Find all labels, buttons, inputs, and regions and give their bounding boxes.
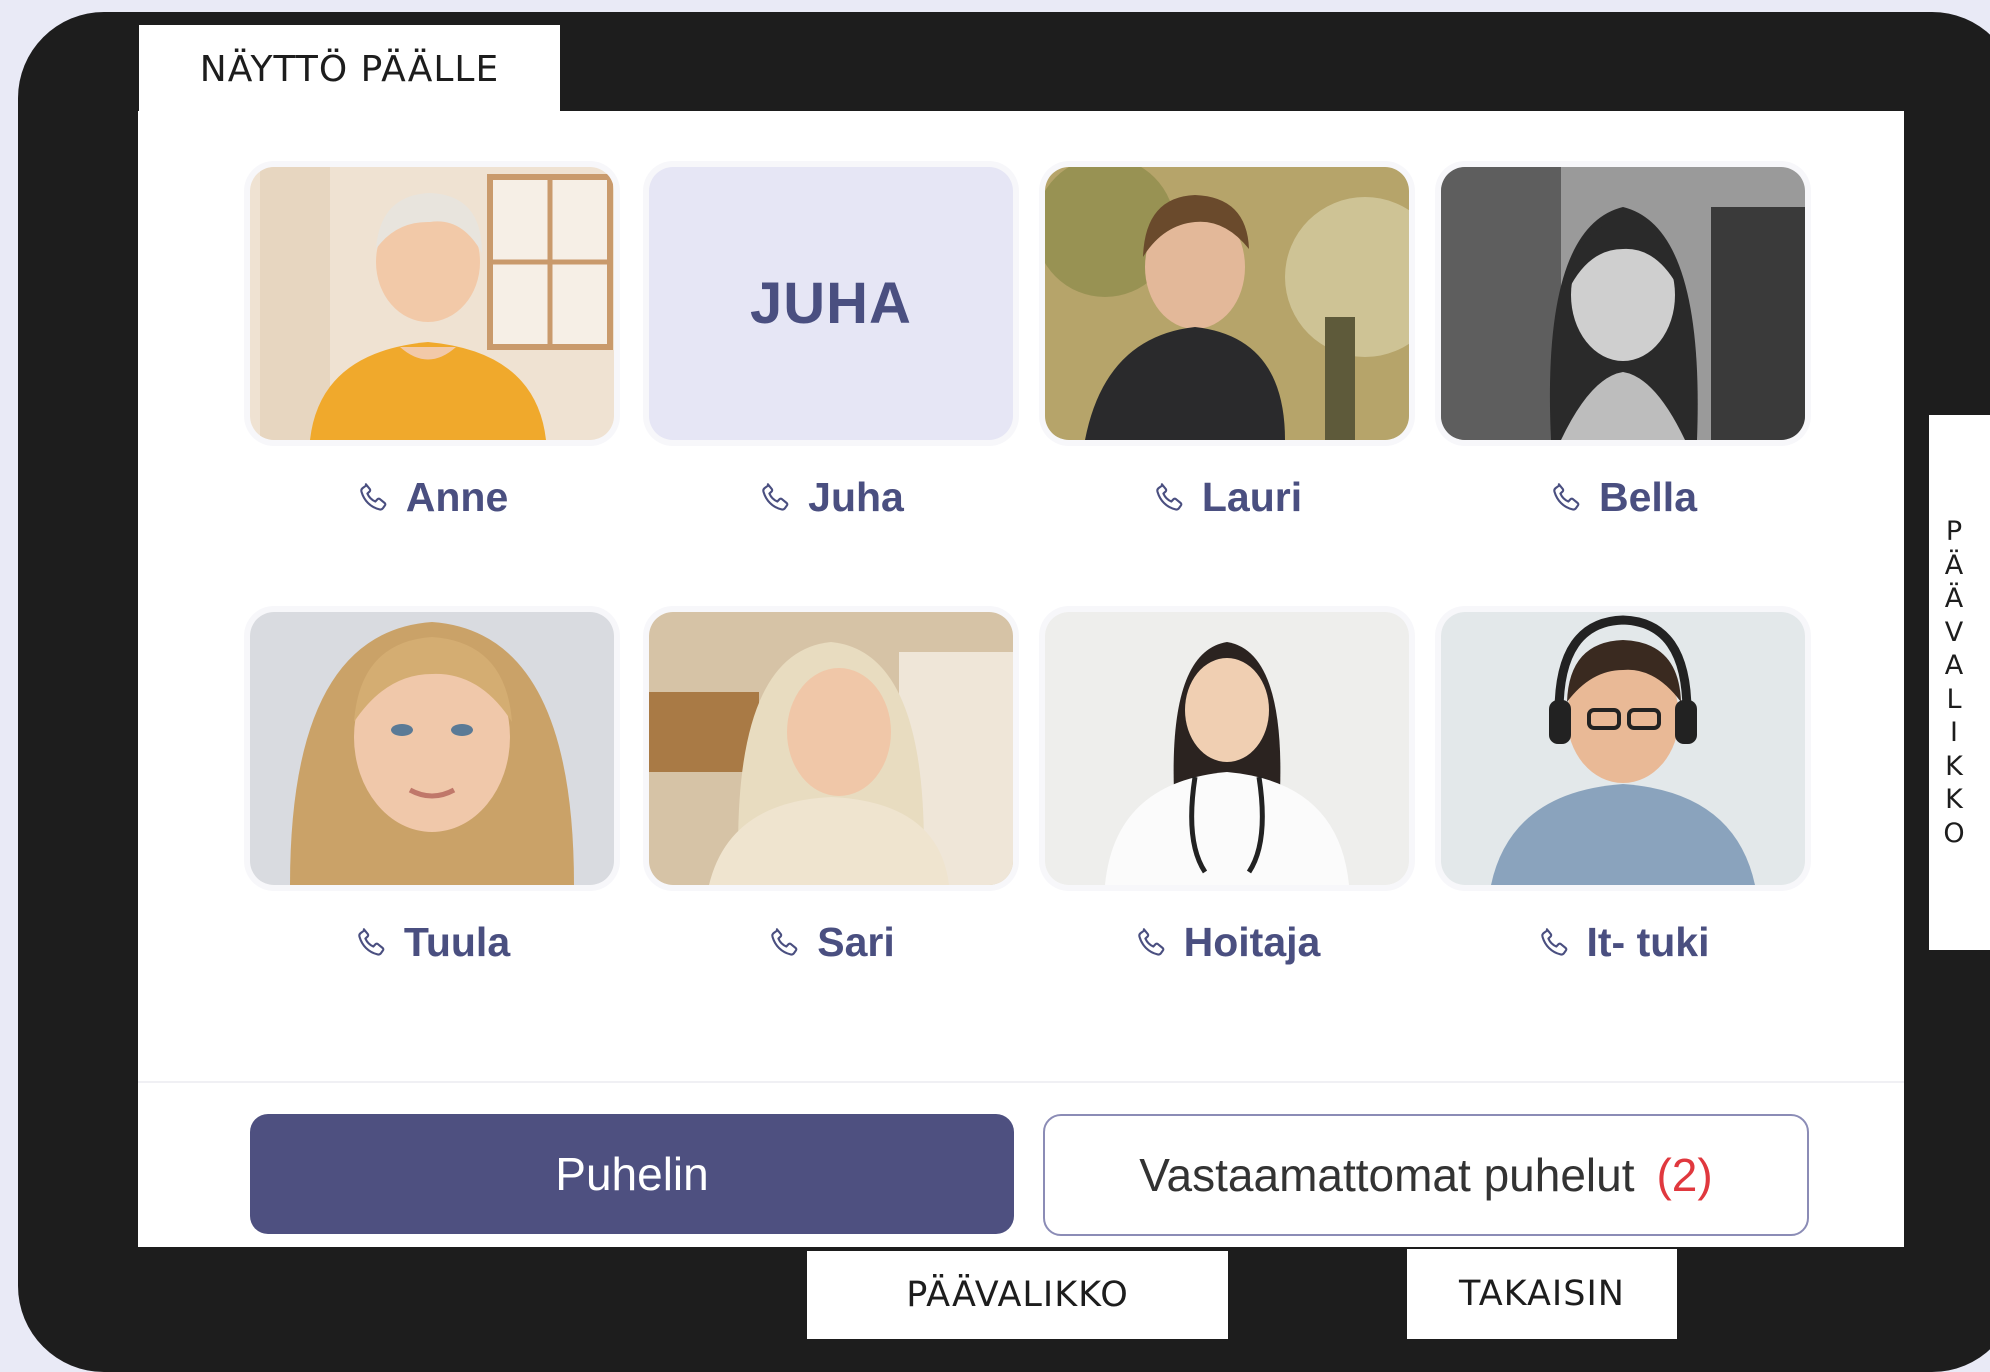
contact-call-row[interactable]: Juha <box>649 467 1013 527</box>
side-menu-letter: K <box>1945 750 1963 782</box>
missed-calls-label: Vastaamattomat puhelut <box>1139 1149 1635 1201</box>
contact-call-row[interactable]: Bella <box>1441 467 1805 527</box>
missed-calls-button[interactable]: Vastaamattomat puhelut (2) <box>1043 1114 1809 1236</box>
portrait-nurse-stethoscope <box>1045 612 1409 885</box>
side-menu-letter: Ä <box>1944 583 1964 614</box>
contact-call-row[interactable]: Sari <box>649 912 1013 972</box>
phone-icon <box>762 483 789 511</box>
phone-icon <box>1156 483 1183 511</box>
contact-photo[interactable] <box>250 167 614 440</box>
contact-call-row[interactable]: Lauri <box>1045 467 1409 527</box>
portrait-young-man-dark-coat <box>1045 167 1409 440</box>
portrait-elderly-woman-cream-sweater <box>649 612 1013 885</box>
main-menu-button[interactable]: PÄÄVALIKKO <box>807 1251 1228 1339</box>
contact-card-bella[interactable]: Bella <box>1441 167 1805 555</box>
side-main-menu-button[interactable]: P Ä Ä V A L I K K O <box>1929 415 1990 950</box>
phone-icon <box>1540 928 1567 956</box>
side-menu-letter: K <box>1945 784 1963 815</box>
phone-button[interactable]: Puhelin <box>250 1114 1014 1234</box>
contact-name: Anne <box>405 473 509 520</box>
main-menu-label: PÄÄVALIKKO <box>906 1275 1129 1315</box>
side-menu-letter: L <box>1946 683 1962 715</box>
contact-photo[interactable] <box>1045 612 1409 885</box>
contact-name: It- tuki <box>1586 918 1710 965</box>
phone-icon <box>1137 928 1165 956</box>
contact-card-anne[interactable]: Anne <box>250 167 614 555</box>
contact-name: Sari <box>817 918 895 965</box>
phone-icon <box>358 928 385 956</box>
portrait-woman-black-and-white <box>1441 167 1805 440</box>
contact-name: Tuula <box>403 918 511 965</box>
divider <box>138 1081 1904 1083</box>
contact-photo[interactable] <box>1045 167 1409 440</box>
screen-on-button[interactable]: NÄYTTÖ PÄÄLLE <box>139 25 560 113</box>
side-menu-letter: Ä <box>1944 549 1964 581</box>
side-menu-letter: O <box>1943 817 1965 849</box>
contact-photo[interactable] <box>250 612 614 885</box>
contact-name: Juha <box>808 473 904 520</box>
contact-card-juha[interactable]: JUHA Juha <box>649 167 1013 555</box>
side-menu-letter: V <box>1944 616 1964 648</box>
contact-name: Bella <box>1599 473 1697 520</box>
contact-call-row[interactable]: Hoitaja <box>1045 912 1409 972</box>
portrait-man-headset <box>1441 612 1805 885</box>
contact-photo[interactable] <box>1441 167 1805 440</box>
contact-photo[interactable] <box>1441 612 1805 885</box>
contact-card-tuula[interactable]: Tuula <box>250 612 614 1000</box>
phone-button-label: Puhelin <box>555 1148 709 1200</box>
side-menu-letter: A <box>1944 650 1964 681</box>
phone-icon <box>1553 483 1580 511</box>
back-label: TAKAISIN <box>1459 1274 1625 1314</box>
portrait-young-blonde-woman <box>250 612 614 885</box>
contact-card-lauri[interactable]: Lauri <box>1045 167 1409 555</box>
contact-call-row[interactable]: Anne <box>250 467 614 527</box>
contact-photo[interactable] <box>649 612 1013 885</box>
contact-card-hoitaja[interactable]: Hoitaja <box>1045 612 1409 1000</box>
contact-card-sari[interactable]: Sari <box>649 612 1013 1000</box>
contact-initials-tile[interactable]: JUHA <box>649 167 1013 440</box>
back-button[interactable]: TAKAISIN <box>1407 1249 1677 1339</box>
phone-icon <box>360 483 387 511</box>
phone-icon <box>771 928 798 956</box>
contact-call-row[interactable]: It- tuki <box>1441 912 1805 972</box>
contact-name: Hoitaja <box>1183 918 1321 965</box>
contact-name: Lauri <box>1201 473 1303 520</box>
portrait-older-woman-yellow-top <box>250 167 614 440</box>
contact-call-row[interactable]: Tuula <box>250 912 614 972</box>
side-menu-letter: P <box>1945 516 1963 547</box>
missed-calls-count: (2) <box>1656 1149 1713 1201</box>
contact-card-it-tuki[interactable]: It- tuki <box>1441 612 1805 1000</box>
contacts-screen: Anne JUHA Juha Lauri Bella Tuula Sari Ho… <box>138 111 1904 1247</box>
side-menu-letter: I <box>1950 717 1958 748</box>
